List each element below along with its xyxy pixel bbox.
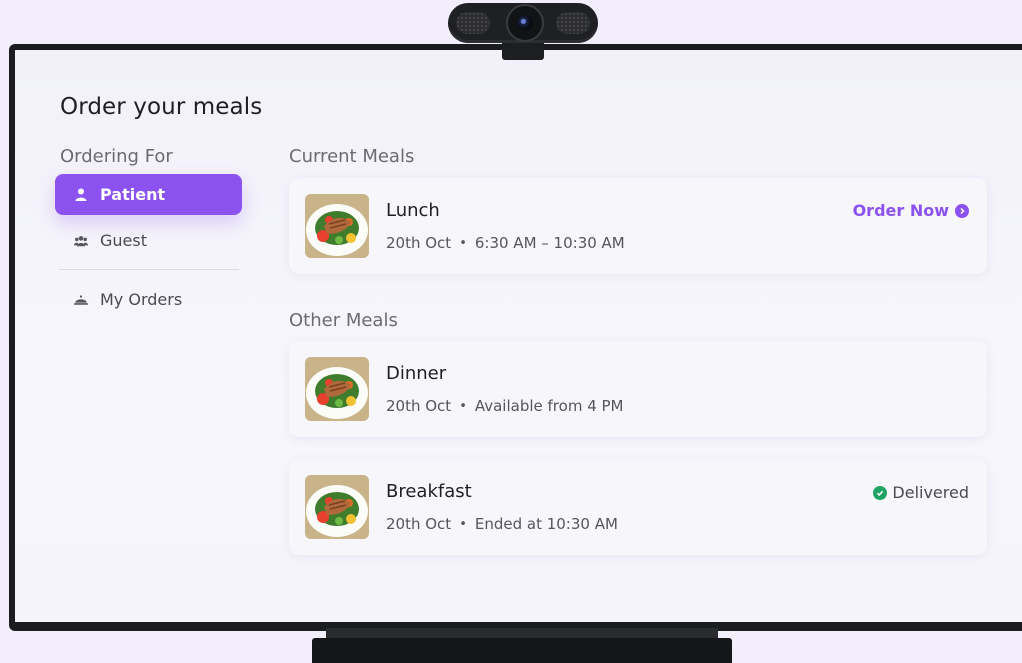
status-badge: Delivered — [873, 483, 969, 502]
sidebar-item-label: Guest — [100, 231, 147, 250]
meal-name: Breakfast — [386, 481, 472, 502]
cloche-icon — [74, 293, 88, 307]
other-meals-heading: Other Meals — [289, 310, 398, 331]
tv-stand-base — [312, 638, 732, 663]
group-icon — [74, 234, 88, 248]
sidebar-item-label: Patient — [100, 185, 166, 204]
webcam — [448, 3, 598, 43]
meal-meta: 20th Oct • 6:30 AM – 10:30 AM — [386, 234, 625, 252]
check-circle-icon — [873, 485, 888, 500]
meal-name: Lunch — [386, 200, 440, 221]
sidebar-item-guest[interactable]: Guest — [55, 220, 242, 261]
person-icon — [74, 188, 88, 202]
meal-date: 20th Oct — [386, 515, 452, 533]
status-label: Delivered — [892, 483, 969, 502]
sidebar-item-my-orders[interactable]: My Orders — [55, 279, 242, 320]
speaker-grille-icon — [456, 12, 490, 34]
meal-image — [305, 194, 369, 258]
meal-meta: 20th Oct • Available from 4 PM — [386, 397, 624, 415]
meal-availability: Available from 4 PM — [474, 397, 624, 415]
meal-date: 20th Oct — [386, 397, 452, 415]
sidebar-item-patient[interactable]: Patient — [55, 174, 242, 215]
meal-date: 20th Oct — [386, 234, 452, 252]
meal-image — [305, 475, 369, 539]
sidebar-item-label: My Orders — [100, 290, 183, 309]
tv-screen: Order your meals Ordering For Patient Gu… — [15, 50, 1022, 622]
sidebar-divider — [59, 269, 239, 270]
separator-dot: • — [459, 516, 467, 532]
meal-end-time: Ended at 10:30 AM — [474, 515, 618, 533]
order-now-button[interactable]: Order Now — [853, 201, 969, 220]
camera-lens-icon — [506, 4, 544, 42]
meal-card-dinner[interactable]: Dinner 20th Oct • Available from 4 PM — [289, 341, 987, 437]
separator-dot: • — [459, 398, 467, 414]
page-title: Order your meals — [60, 94, 263, 120]
meal-meta: 20th Oct • Ended at 10:30 AM — [386, 515, 618, 533]
separator-dot: • — [459, 235, 467, 251]
meal-image — [305, 357, 369, 421]
current-meals-heading: Current Meals — [289, 146, 415, 167]
meal-card-lunch[interactable]: Lunch 20th Oct • 6:30 AM – 10:30 AM Orde… — [289, 178, 987, 274]
meal-name: Dinner — [386, 363, 447, 384]
ordering-for-heading: Ordering For — [60, 146, 173, 167]
meal-card-breakfast[interactable]: Breakfast 20th Oct • Ended at 10:30 AM D… — [289, 459, 987, 555]
speaker-grille-icon — [556, 12, 590, 34]
meal-time: 6:30 AM – 10:30 AM — [474, 234, 625, 252]
chevron-right-icon — [955, 203, 969, 218]
order-now-label: Order Now — [852, 201, 949, 220]
